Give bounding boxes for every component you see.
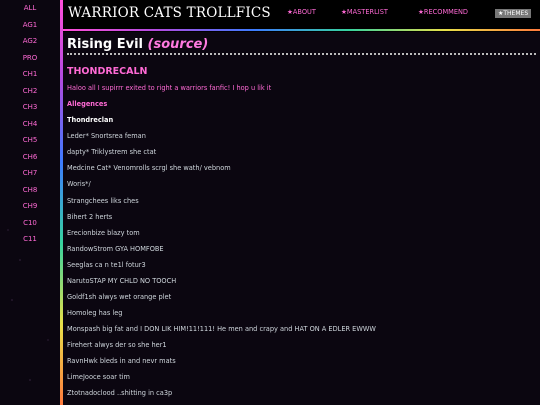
story-line: dapty* Triklystrem she ctat bbox=[67, 148, 157, 156]
sidebar-item-c10[interactable]: C10 bbox=[0, 215, 60, 232]
sidebar-item-ch2[interactable]: CH2 bbox=[0, 83, 60, 100]
story-line: Bihert 2 herts bbox=[67, 213, 113, 221]
sidebar-item-ch4[interactable]: CH4 bbox=[0, 116, 60, 133]
themes-button[interactable]: ★THEMES bbox=[495, 9, 532, 18]
chapter-list: ALL AG1 AG2 PRO CH1 CH2 CH3 CH4 CH5 CH6 … bbox=[0, 0, 60, 248]
story-content: Rising Evil (source) THONDRECALN Haloo a… bbox=[63, 32, 540, 405]
story-line: Strangchees liks ches bbox=[67, 197, 139, 205]
story-line: Goldf1sh alwys wet orange plet bbox=[67, 293, 172, 301]
story-heading: Rising Evil (source) bbox=[67, 37, 208, 52]
story-line: LimeJooce soar tim bbox=[67, 373, 130, 381]
sidebar-item-ch9[interactable]: CH9 bbox=[0, 198, 60, 215]
story-line: Erecionbize blazy tom bbox=[67, 229, 140, 237]
story-line: RavnHwk bleds in and nevr mats bbox=[67, 357, 176, 365]
sidebar-item-ch3[interactable]: CH3 bbox=[0, 99, 60, 116]
sidebar-item-ch5[interactable]: CH5 bbox=[0, 132, 60, 149]
source-link[interactable]: (source) bbox=[148, 37, 209, 52]
story-line: Firehert alwys der so she her1 bbox=[67, 341, 167, 349]
sidebar-item-ch1[interactable]: CH1 bbox=[0, 66, 60, 83]
sidebar-item-ch7[interactable]: CH7 bbox=[0, 165, 60, 182]
sidebar-item-c11[interactable]: C11 bbox=[0, 231, 60, 248]
sidebar-item-all[interactable]: ALL bbox=[0, 0, 60, 17]
chapter-title: THONDRECALN bbox=[67, 66, 148, 77]
dotted-divider bbox=[67, 53, 536, 55]
site-title[interactable]: WARRIOR CATS TROLLFICS bbox=[68, 5, 271, 21]
author-note: Haloo all I supirrr exited to right a wa… bbox=[67, 84, 272, 92]
site-header: WARRIOR CATS TROLLFICS ★ABOUT ★MASTERLIS… bbox=[63, 0, 540, 32]
nav-about-link[interactable]: ★ABOUT bbox=[287, 8, 316, 16]
story-line: Medcine Cat* Venomrolls scrgl she wath/ … bbox=[67, 164, 231, 172]
chapter-sidebar: ALL AG1 AG2 PRO CH1 CH2 CH3 CH4 CH5 CH6 … bbox=[0, 0, 60, 405]
story-line: RandowStrom GYA HOMFOBE bbox=[67, 245, 164, 253]
nav-masterlist-link[interactable]: ★MASTERLIST bbox=[341, 8, 388, 16]
sidebar-item-pro[interactable]: PRO bbox=[0, 50, 60, 67]
story-title: Rising Evil bbox=[67, 37, 144, 52]
story-line: Leder* Snortsrea feman bbox=[67, 132, 146, 140]
sidebar-item-ag2[interactable]: AG2 bbox=[0, 33, 60, 50]
story-line: Monspash big fat and I DON LIK HIM!11!11… bbox=[67, 325, 376, 333]
clan-name: Thondreclan bbox=[67, 116, 114, 124]
story-line: Woris*/ bbox=[67, 180, 91, 188]
header-rainbow-line bbox=[63, 29, 540, 31]
story-line: Homoleg has leg bbox=[67, 309, 123, 317]
story-line: NarutoSTAP MY CHLD NO TOOCH bbox=[67, 277, 177, 285]
section-label: Allegences bbox=[67, 100, 108, 108]
story-line: Ztotnadoclood ..shitting in ca3p bbox=[67, 389, 173, 397]
story-line: Seeglas ca n te1l fotur3 bbox=[67, 261, 146, 269]
nav-recommend-link[interactable]: ★RECOMMEND bbox=[418, 8, 468, 16]
sidebar-item-ch8[interactable]: CH8 bbox=[0, 182, 60, 199]
sidebar-item-ag1[interactable]: AG1 bbox=[0, 17, 60, 34]
sidebar-item-ch6[interactable]: CH6 bbox=[0, 149, 60, 166]
